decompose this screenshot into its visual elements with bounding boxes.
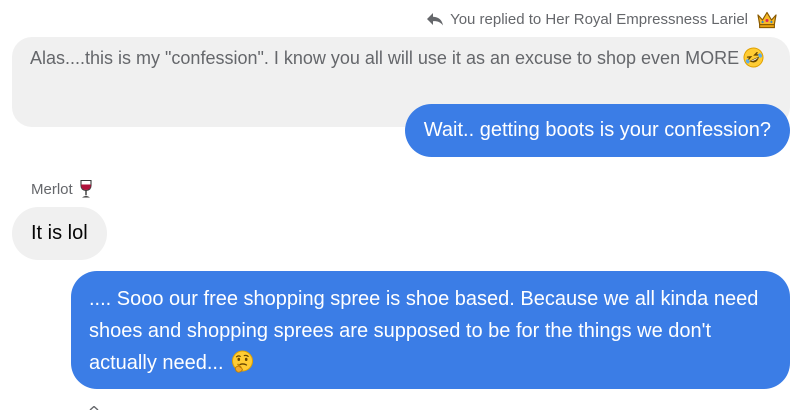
chat-thread: You replied to Her Royal Empressness Lar…: [0, 0, 802, 412]
outgoing-message-bubble[interactable]: Wait.. getting boots is your confession?: [404, 104, 790, 157]
reply-arrow-icon: [426, 11, 444, 27]
next-reply-arrow-icon: [89, 406, 99, 410]
reply-indicator-text: You replied to Her Royal Empressness Lar…: [450, 10, 748, 28]
crown-icon: [755, 9, 779, 29]
outgoing-message-text: .... Sooo our free shopping spree is sho…: [89, 288, 759, 374]
outgoing-message-text: Wait.. getting boots is your confession?: [423, 119, 771, 141]
thinking-face-icon: [230, 350, 255, 375]
sender-name[interactable]: Merlot: [31, 178, 95, 200]
reply-indicator[interactable]: You replied to Her Royal Empressness Lar…: [426, 9, 779, 29]
outgoing-message-bubble[interactable]: .... Sooo our free shopping spree is sho…: [71, 271, 790, 389]
sender-name-label: Merlot: [31, 180, 73, 198]
quoted-message-text: Alas....this is my "confession". I know …: [30, 48, 740, 68]
incoming-message-text: It is lol: [31, 222, 88, 244]
rolling-on-floor-laughing-icon: [743, 47, 764, 68]
wine-glass-icon: [77, 179, 95, 199]
incoming-message-bubble[interactable]: It is lol: [12, 207, 107, 260]
